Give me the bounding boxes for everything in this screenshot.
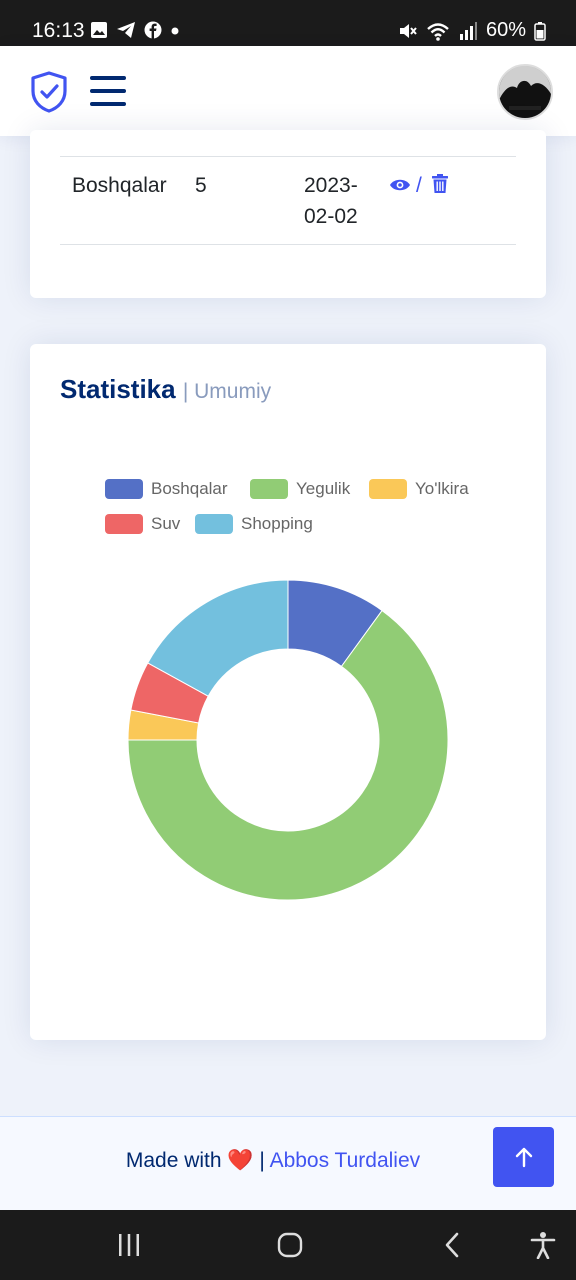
- battery-icon: [534, 21, 546, 41]
- system-nav-bar: [0, 1210, 576, 1280]
- legend-item[interactable]: Yegulik: [250, 479, 350, 499]
- table-divider: [60, 156, 516, 157]
- category-table-card: Boshqalar 5 2023- 02-02 /: [30, 130, 546, 298]
- card-subtitle: | Umumiy: [182, 380, 272, 403]
- avatar-image: [499, 66, 551, 118]
- app-header: [0, 46, 576, 136]
- footer-separator: |: [259, 1149, 265, 1172]
- eye-icon[interactable]: [389, 178, 411, 192]
- legend-item[interactable]: Boshqalar: [105, 479, 228, 499]
- legend-swatch: [105, 514, 143, 534]
- donut-chart: [127, 579, 449, 901]
- author-link[interactable]: Abbos Turdaliev: [270, 1149, 421, 1172]
- legend-label: Suv: [151, 514, 181, 533]
- footer-credit: Made with ❤️ | Abbos Turdaliev: [0, 1149, 576, 1173]
- recent-apps-icon: [119, 1234, 139, 1256]
- wifi-icon: [427, 22, 449, 41]
- signal-icon: [459, 21, 477, 40]
- back-to-top-button[interactable]: [493, 1127, 554, 1187]
- facebook-icon: [144, 21, 162, 39]
- notification-icons: [90, 21, 180, 39]
- accessibility-button[interactable]: [526, 1228, 560, 1262]
- back-button[interactable]: [435, 1228, 469, 1262]
- status-time: 16:13: [32, 19, 85, 42]
- back-icon: [445, 1232, 459, 1258]
- recent-apps-button[interactable]: [112, 1228, 146, 1262]
- home-icon: [277, 1232, 303, 1258]
- arrow-up-icon: [515, 1147, 532, 1168]
- trash-icon[interactable]: [431, 174, 449, 194]
- made-with-text: Made with: [125, 1149, 222, 1172]
- status-bar: 16:13 60%: [0, 0, 576, 46]
- gallery-icon: [91, 22, 107, 38]
- dot-icon: [171, 27, 179, 35]
- legend-label: Yegulik: [296, 479, 351, 498]
- table-divider: [60, 244, 516, 245]
- accessibility-icon: [530, 1232, 556, 1259]
- legend-swatch: [105, 479, 143, 499]
- category-date-part2: 02-02: [304, 205, 358, 228]
- home-button[interactable]: [273, 1228, 307, 1262]
- category-name: Boshqalar: [72, 174, 167, 197]
- legend-item[interactable]: Yo'lkira: [369, 479, 469, 499]
- action-separator: /: [416, 174, 422, 197]
- legend-swatch: [195, 514, 233, 534]
- legend-label: Shopping: [241, 514, 313, 533]
- battery-percent: 60%: [485, 19, 526, 41]
- system-icons: 60%: [398, 19, 546, 42]
- legend-label: Yo'lkira: [415, 479, 469, 498]
- category-count: 5: [195, 174, 207, 197]
- legend-item[interactable]: Suv: [105, 514, 180, 534]
- legend-swatch: [369, 479, 407, 499]
- mute-icon: [399, 23, 417, 38]
- card-title-text: Statistika: [60, 374, 176, 404]
- card-title: Statistika | Umumiy: [60, 374, 271, 405]
- avatar[interactable]: [497, 64, 553, 120]
- category-date-part1: 2023-: [304, 174, 358, 197]
- footer: Made with ❤️ | Abbos Turdaliev: [0, 1116, 576, 1210]
- legend-label: Boshqalar: [151, 479, 228, 498]
- shield-check-icon[interactable]: [30, 71, 68, 113]
- hamburger-menu-icon[interactable]: [90, 76, 126, 106]
- telegram-icon: [117, 22, 135, 38]
- heart-icon: ❤️: [227, 1149, 254, 1172]
- legend-item[interactable]: Shopping: [195, 514, 313, 534]
- legend-swatch: [250, 479, 288, 499]
